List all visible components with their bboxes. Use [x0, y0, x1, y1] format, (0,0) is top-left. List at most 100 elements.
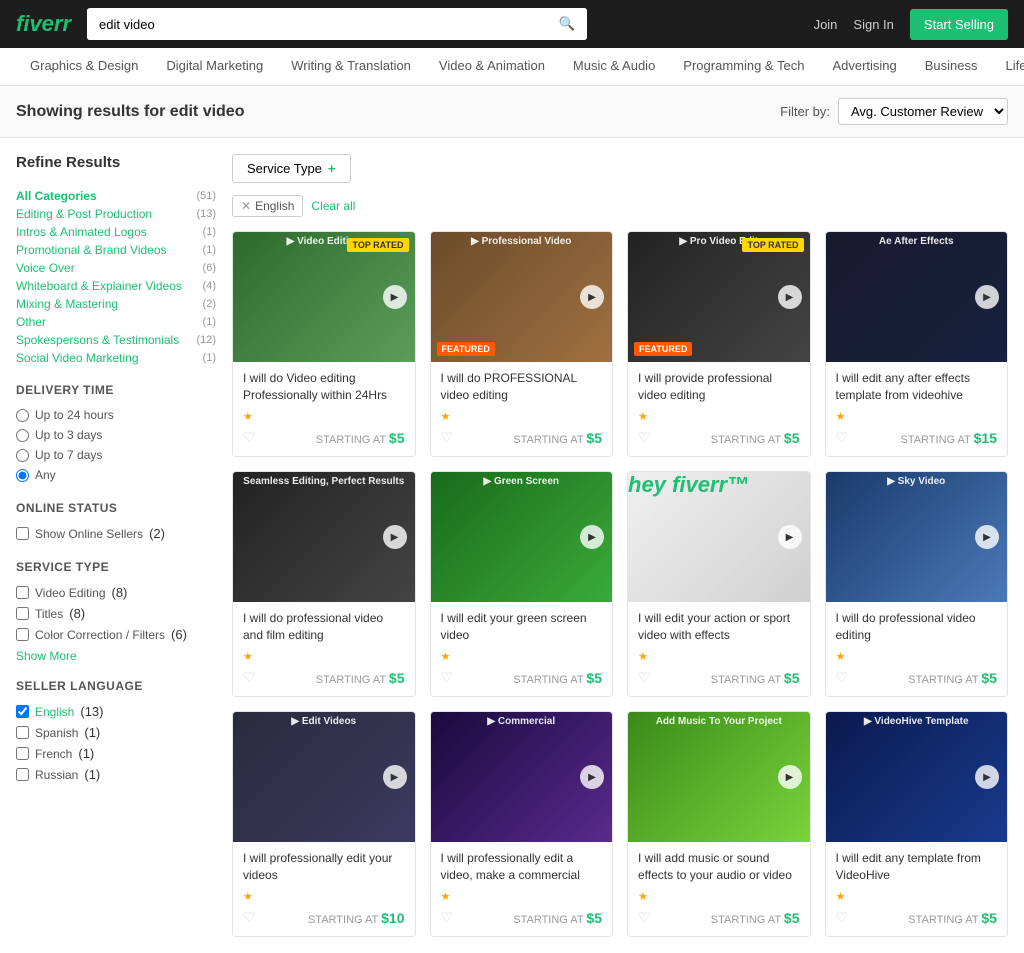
- remove-english-icon[interactable]: ✕: [241, 199, 251, 213]
- nav-item-video---animation[interactable]: Video & Animation: [425, 48, 559, 85]
- heart-icon-11[interactable]: ♡: [836, 909, 849, 926]
- cat-link-5[interactable]: Whiteboard & Explainer Videos: [16, 279, 182, 293]
- play-button-4[interactable]: ▶: [383, 525, 407, 549]
- cat-link-0[interactable]: All Categories: [16, 189, 97, 203]
- online-sellers-input[interactable]: [16, 527, 29, 540]
- signin-link[interactable]: Sign In: [853, 17, 893, 32]
- gig-card-6[interactable]: hey fiverr™ ▶ I will edit your action or…: [627, 471, 811, 697]
- sidebar-item-cat-1[interactable]: Editing & Post Production(13): [16, 205, 216, 223]
- sidebar-item-cat-6[interactable]: Mixing & Mastering(2): [16, 295, 216, 313]
- gig-card-5[interactable]: ▶ Green Screen ▶ I will edit your green …: [430, 471, 614, 697]
- play-button-1[interactable]: ▶: [580, 285, 604, 309]
- play-button-6[interactable]: ▶: [778, 525, 802, 549]
- nav-item-music---audio[interactable]: Music & Audio: [559, 48, 669, 85]
- nav-item-graphics---design[interactable]: Graphics & Design: [16, 48, 152, 85]
- cat-link-6[interactable]: Mixing & Mastering: [16, 297, 118, 311]
- play-button-2[interactable]: ▶: [778, 285, 802, 309]
- lang-cb-1[interactable]: [16, 726, 29, 739]
- nav-item-writing---translation[interactable]: Writing & Translation: [277, 48, 425, 85]
- play-button-8[interactable]: ▶: [383, 765, 407, 789]
- gig-card-3[interactable]: Ae After Effects ▶ I will edit any after…: [825, 231, 1009, 457]
- sidebar-item-cat-0[interactable]: All Categories(51): [16, 187, 216, 205]
- lang-item-3[interactable]: Russian(1): [16, 764, 216, 785]
- delivery-input-0[interactable]: [16, 409, 29, 422]
- nav-item-programming---tech[interactable]: Programming & Tech: [669, 48, 818, 85]
- gig-card-7[interactable]: ▶ Sky Video ▶ I will do professional vid…: [825, 471, 1009, 697]
- nav-item-business[interactable]: Business: [911, 48, 992, 85]
- delivery-radio-0[interactable]: Up to 24 hours: [16, 405, 216, 425]
- sidebar-item-cat-3[interactable]: Promotional & Brand Videos(1): [16, 241, 216, 259]
- filter-select[interactable]: Avg. Customer Review: [838, 98, 1008, 125]
- heart-icon-7[interactable]: ♡: [836, 669, 849, 686]
- service-item-1[interactable]: Titles(8): [16, 603, 216, 624]
- gig-card-1[interactable]: ▶ Professional Video FEATURED ▶ I will d…: [430, 231, 614, 457]
- lang-item-0[interactable]: English(13): [16, 701, 216, 722]
- delivery-input-1[interactable]: [16, 429, 29, 442]
- gig-card-4[interactable]: Seamless Editing, Perfect Results ▶ I wi…: [232, 471, 416, 697]
- heart-icon-6[interactable]: ♡: [638, 669, 651, 686]
- nav-item-advertising[interactable]: Advertising: [818, 48, 910, 85]
- service-cb-2[interactable]: [16, 628, 29, 641]
- heart-icon-8[interactable]: ♡: [243, 909, 256, 926]
- sidebar-item-cat-9[interactable]: Social Video Marketing(1): [16, 349, 216, 367]
- delivery-radio-1[interactable]: Up to 3 days: [16, 425, 216, 445]
- sidebar-item-cat-8[interactable]: Spokespersons & Testimonials(12): [16, 331, 216, 349]
- clear-all-link[interactable]: Clear all: [311, 199, 355, 213]
- show-more-link[interactable]: Show More: [16, 649, 216, 663]
- play-button-10[interactable]: ▶: [778, 765, 802, 789]
- search-input[interactable]: [87, 9, 546, 40]
- service-item-2[interactable]: Color Correction / Filters(6): [16, 624, 216, 645]
- play-button-0[interactable]: ▶: [383, 285, 407, 309]
- gig-card-10[interactable]: Add Music To Your Project ▶ I will add m…: [627, 711, 811, 937]
- heart-icon-1[interactable]: ♡: [441, 429, 454, 446]
- cat-link-8[interactable]: Spokespersons & Testimonials: [16, 333, 179, 347]
- lang-item-1[interactable]: Spanish(1): [16, 722, 216, 743]
- delivery-radio-3[interactable]: Any: [16, 465, 216, 485]
- gig-card-2[interactable]: ▶ Pro Video Edit TOP RATEDFEATURED ▶ I w…: [627, 231, 811, 457]
- gig-card-9[interactable]: ▶ Commercial ▶ I will professionally edi…: [430, 711, 614, 937]
- play-button-7[interactable]: ▶: [975, 525, 999, 549]
- nav-item-digital-marketing[interactable]: Digital Marketing: [152, 48, 277, 85]
- heart-icon-5[interactable]: ♡: [441, 669, 454, 686]
- play-button-11[interactable]: ▶: [975, 765, 999, 789]
- sidebar-item-cat-7[interactable]: Other(1): [16, 313, 216, 331]
- lang-cb-3[interactable]: [16, 768, 29, 781]
- heart-icon-0[interactable]: ♡: [243, 429, 256, 446]
- cat-link-9[interactable]: Social Video Marketing: [16, 351, 139, 365]
- heart-icon-3[interactable]: ♡: [836, 429, 849, 446]
- gig-card-8[interactable]: ▶ Edit Videos ▶ I will professionally ed…: [232, 711, 416, 937]
- cat-link-2[interactable]: Intros & Animated Logos: [16, 225, 147, 239]
- search-button[interactable]: 🔍: [546, 8, 587, 40]
- delivery-input-2[interactable]: [16, 449, 29, 462]
- cat-link-7[interactable]: Other: [16, 315, 46, 329]
- delivery-radio-2[interactable]: Up to 7 days: [16, 445, 216, 465]
- play-button-9[interactable]: ▶: [580, 765, 604, 789]
- heart-icon-9[interactable]: ♡: [441, 909, 454, 926]
- cat-link-1[interactable]: Editing & Post Production: [16, 207, 152, 221]
- nav-item-lifestyle[interactable]: Lifestyle: [992, 48, 1024, 85]
- service-cb-0[interactable]: [16, 586, 29, 599]
- cat-link-3[interactable]: Promotional & Brand Videos: [16, 243, 167, 257]
- heart-icon-10[interactable]: ♡: [638, 909, 651, 926]
- gig-card-11[interactable]: ▶ VideoHive Template ▶ I will edit any t…: [825, 711, 1009, 937]
- sidebar-item-cat-2[interactable]: Intros & Animated Logos(1): [16, 223, 216, 241]
- lang-item-2[interactable]: French(1): [16, 743, 216, 764]
- delivery-input-3[interactable]: [16, 469, 29, 482]
- lang-cb-0[interactable]: [16, 705, 29, 718]
- cat-link-4[interactable]: Voice Over: [16, 261, 75, 275]
- play-button-5[interactable]: ▶: [580, 525, 604, 549]
- sidebar-item-cat-4[interactable]: Voice Over(6): [16, 259, 216, 277]
- play-button-3[interactable]: ▶: [975, 285, 999, 309]
- lang-cb-2[interactable]: [16, 747, 29, 760]
- heart-icon-4[interactable]: ♡: [243, 669, 256, 686]
- join-link[interactable]: Join: [814, 17, 838, 32]
- service-type-button[interactable]: Service Type +: [232, 154, 351, 183]
- service-cb-1[interactable]: [16, 607, 29, 620]
- start-selling-button[interactable]: Start Selling: [910, 9, 1008, 40]
- gig-card-0[interactable]: ▶ Video Editing TOP RATED ▶ I will do Vi…: [232, 231, 416, 457]
- sidebar-item-cat-5[interactable]: Whiteboard & Explainer Videos(4): [16, 277, 216, 295]
- service-item-0[interactable]: Video Editing(8): [16, 582, 216, 603]
- online-sellers-checkbox[interactable]: Show Online Sellers (2): [16, 523, 216, 544]
- gig-price-7: STARTING AT $5: [908, 670, 997, 686]
- heart-icon-2[interactable]: ♡: [638, 429, 651, 446]
